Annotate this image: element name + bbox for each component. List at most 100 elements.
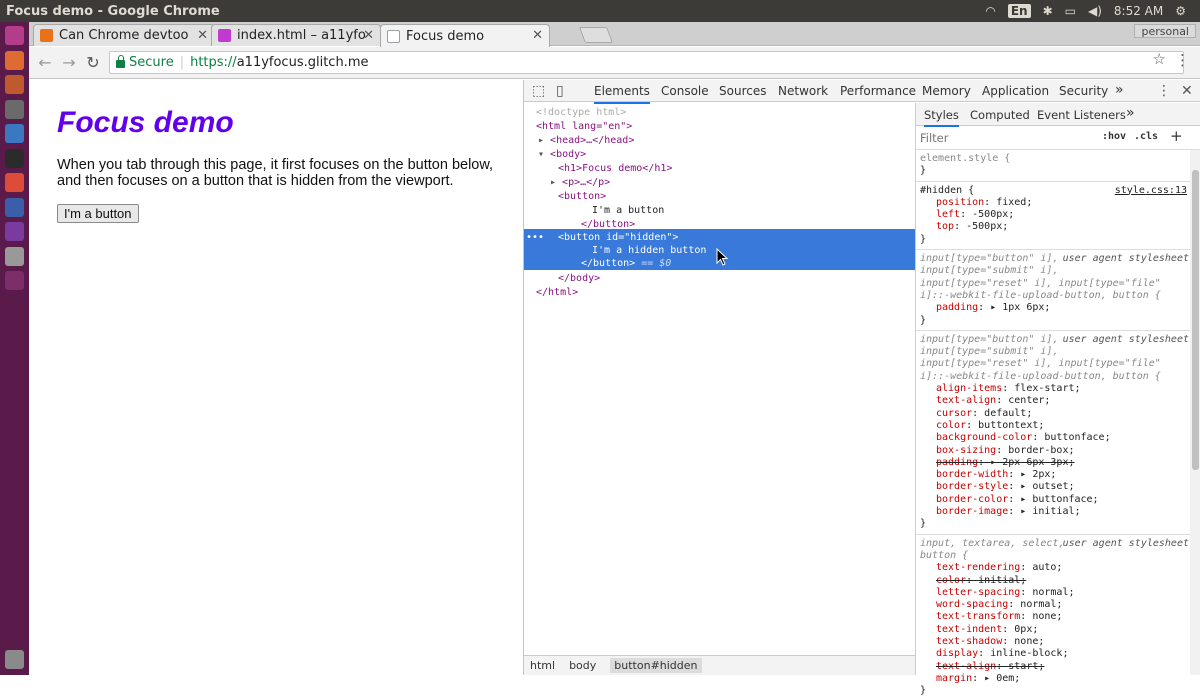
rule-hidden[interactable]: #hidden { style.css:13 position: fixed; … xyxy=(916,182,1200,251)
breadcrumb-body[interactable]: body xyxy=(569,659,596,672)
launcher-app-icon[interactable] xyxy=(5,173,24,192)
declaration-border-image[interactable]: border-image: ▸ initial; xyxy=(920,506,1197,518)
devtools-tab-network[interactable]: Network xyxy=(778,84,828,98)
demo-button[interactable]: I'm a button xyxy=(57,204,139,223)
devtools-menu-icon[interactable]: ⋮ xyxy=(1157,83,1171,99)
rule-ua-form-controls[interactable]: user agent stylesheet input, textarea, se… xyxy=(916,535,1200,700)
declaration-border-color[interactable]: border-color: ▸ buttonface; xyxy=(920,494,1197,506)
declaration-border-style[interactable]: border-style: ▸ outset; xyxy=(920,481,1197,493)
launcher-app-icon[interactable] xyxy=(5,124,24,143)
battery-icon[interactable]: ▭ xyxy=(1065,4,1076,18)
new-style-rule-button[interactable]: + xyxy=(1170,127,1183,145)
dom-html-open[interactable]: <html lang="en"> xyxy=(536,120,632,134)
declaration-box-sizing[interactable]: box-sizing: border-box; xyxy=(920,445,1197,457)
bookmark-star-icon[interactable]: ☆ xyxy=(1153,50,1166,68)
tab-focus-demo[interactable]: Focus demo ✕ xyxy=(380,24,550,47)
launcher-app-icon[interactable] xyxy=(5,148,24,168)
devtools-tab-console[interactable]: Console xyxy=(661,84,709,98)
devtools-tab-elements[interactable]: Elements xyxy=(594,84,650,104)
declaration-left[interactable]: left: -500px; xyxy=(920,209,1197,221)
clock[interactable]: 8:52 AM xyxy=(1114,4,1163,18)
trash-icon[interactable] xyxy=(5,650,24,669)
launcher-app-icon[interactable] xyxy=(5,222,24,241)
close-tab-icon[interactable]: ✕ xyxy=(197,28,208,43)
hover-state-toggle[interactable]: :hov xyxy=(1102,131,1126,142)
more-tabs-icon[interactable]: » xyxy=(1115,82,1124,98)
back-arrow-icon[interactable]: ← xyxy=(35,53,55,72)
dom-h1[interactable]: <h1>Focus demo</h1> xyxy=(558,162,672,176)
rule-source-link[interactable]: style.css:13 xyxy=(1115,185,1187,197)
styles-scrollbar[interactable] xyxy=(1190,150,1200,675)
tab-can-chrome-devtools[interactable]: Can Chrome devtoo ✕ xyxy=(33,24,215,46)
declaration-padding[interactable]: padding: ▸ 2px 6px 3px; xyxy=(920,457,1197,469)
dom-doctype[interactable]: <!doctype html> xyxy=(536,106,626,120)
launcher-app-icon[interactable] xyxy=(5,99,24,119)
tab-index-html[interactable]: index.html – a11yfo ✕ xyxy=(211,24,381,46)
reload-icon[interactable]: ↻ xyxy=(83,53,103,72)
breadcrumb-html[interactable]: html xyxy=(530,659,555,672)
rule-element-style[interactable]: element.style { } xyxy=(916,150,1200,182)
chrome-menu-icon[interactable]: ⋮ xyxy=(1175,51,1190,69)
devtools-tab-performance[interactable]: Performance xyxy=(840,84,916,98)
declaration-text-align[interactable]: text-align: center; xyxy=(920,395,1197,407)
breadcrumb-button-hidden[interactable]: button#hidden xyxy=(610,658,702,673)
dom-button-text[interactable]: I'm a button xyxy=(592,204,664,218)
more-style-tabs-icon[interactable]: » xyxy=(1126,105,1135,121)
devtools-tab-application[interactable]: Application xyxy=(982,84,1049,98)
declaration-color[interactable]: color: initial; xyxy=(920,575,1197,587)
declaration-text-transform[interactable]: text-transform: none; xyxy=(920,611,1197,623)
close-tab-icon[interactable]: ✕ xyxy=(532,28,543,43)
declaration-background-color[interactable]: background-color: buttonface; xyxy=(920,432,1197,444)
keyboard-language-indicator[interactable]: En xyxy=(1007,4,1031,18)
styles-tab-event-listeners[interactable]: Event Listeners xyxy=(1037,108,1126,122)
bluetooth-icon[interactable]: ✱ xyxy=(1043,4,1053,18)
declaration-align-items[interactable]: align-items: flex-start; xyxy=(920,383,1197,395)
class-toggle[interactable]: .cls xyxy=(1134,131,1158,142)
launcher-app-icon[interactable] xyxy=(5,246,24,266)
inspect-element-icon[interactable]: ⬚ xyxy=(532,83,545,99)
declaration-cursor[interactable]: cursor: default; xyxy=(920,408,1197,420)
wifi-icon[interactable]: ◠ xyxy=(985,4,995,18)
devtools-tab-sources[interactable]: Sources xyxy=(719,84,766,98)
declaration-display[interactable]: display: inline-block; xyxy=(920,648,1197,660)
power-gear-icon[interactable]: ⚙ xyxy=(1175,4,1186,18)
profile-button[interactable]: personal xyxy=(1134,24,1196,38)
close-tab-icon[interactable]: ✕ xyxy=(363,28,374,43)
dom-body-close[interactable]: </body> xyxy=(558,272,600,286)
device-toolbar-icon[interactable]: ▯ xyxy=(556,83,564,99)
forward-arrow-icon[interactable]: → xyxy=(59,53,79,72)
declaration-letter-spacing[interactable]: letter-spacing: normal; xyxy=(920,587,1197,599)
declaration-color[interactable]: color: buttontext; xyxy=(920,420,1197,432)
declaration-word-spacing[interactable]: word-spacing: normal; xyxy=(920,599,1197,611)
styles-filter-input[interactable] xyxy=(920,130,1090,146)
launcher-app-icon[interactable] xyxy=(5,197,24,217)
new-tab-button[interactable] xyxy=(579,27,613,43)
declaration-top[interactable]: top: -500px; xyxy=(920,221,1197,233)
rule-ua-padding[interactable]: user agent stylesheet input[type="button"… xyxy=(916,250,1200,331)
dom-ellipsis-icon[interactable]: ••• xyxy=(526,231,544,245)
styles-tab-computed[interactable]: Computed xyxy=(970,108,1030,122)
declaration-text-rendering[interactable]: text-rendering: auto; xyxy=(920,562,1197,574)
security-indicator[interactable]: Secure xyxy=(116,55,174,70)
dom-p[interactable]: ▸ <p>…</p> xyxy=(550,176,610,190)
volume-icon[interactable]: ◀) xyxy=(1088,4,1102,18)
declaration-text-indent[interactable]: text-indent: 0px; xyxy=(920,624,1197,636)
declaration-border-width[interactable]: border-width: ▸ 2px; xyxy=(920,469,1197,481)
declaration-text-align[interactable]: text-align: start; xyxy=(920,661,1197,673)
dom-button-open[interactable]: <button> xyxy=(558,190,606,204)
launcher-app-icon[interactable] xyxy=(5,75,24,94)
launcher-app-icon[interactable] xyxy=(5,50,24,70)
scrollbar-thumb[interactable] xyxy=(1192,170,1199,470)
launcher-app-icon[interactable] xyxy=(5,271,24,290)
launcher-app-icon[interactable] xyxy=(5,26,24,45)
devtools-tab-security[interactable]: Security xyxy=(1059,84,1108,98)
dom-head[interactable]: ▸ <head>…</head> xyxy=(538,134,634,148)
rule-ua-button-defaults[interactable]: user agent stylesheet input[type="button"… xyxy=(916,331,1200,535)
close-devtools-icon[interactable]: ✕ xyxy=(1181,83,1193,99)
devtools-tab-memory[interactable]: Memory xyxy=(922,84,971,98)
declaration-position[interactable]: position: fixed; xyxy=(920,197,1197,209)
dom-html-close[interactable]: </html> xyxy=(536,286,578,300)
dom-body-open[interactable]: ▾ <body> xyxy=(538,148,586,162)
declaration-text-shadow[interactable]: text-shadow: none; xyxy=(920,636,1197,648)
styles-tab-styles[interactable]: Styles xyxy=(924,108,959,127)
